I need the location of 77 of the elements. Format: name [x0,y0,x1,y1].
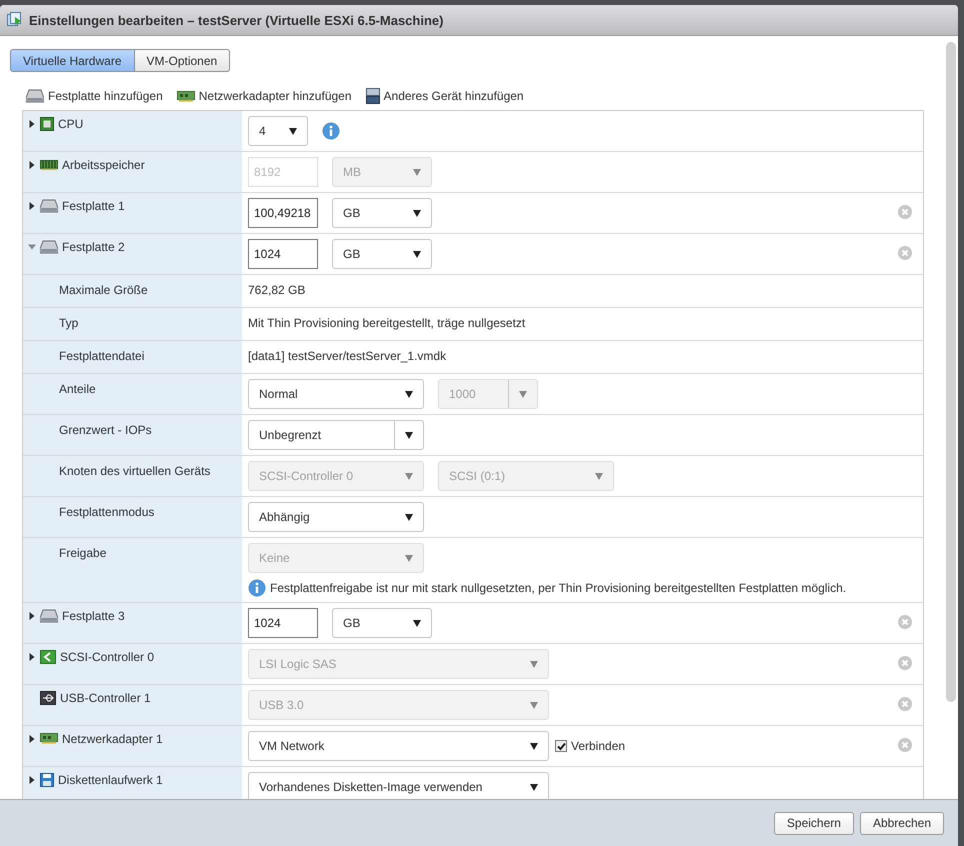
expand-arrow-icon[interactable] [28,776,36,784]
virtual-machine-icon [7,12,23,28]
memory-icon [40,158,58,170]
row-label: SCSI-Controller 0 [60,650,154,665]
caret-icon [413,210,421,216]
caret-icon [530,784,538,790]
caret-icon [413,620,421,626]
dropdown[interactable]: GB [332,239,432,269]
info-note: Festplattenfreigabe ist nur mit stark nullgesetzten, per Thin Provisioning bereitgestellten Festplatten möglich. [270,581,846,595]
caret-icon [405,514,413,520]
row-label: Festplatte 3 [62,609,125,624]
network-card-icon [40,732,58,744]
dialog-button[interactable]: Speichern [774,812,854,834]
row-label: Anteile [59,382,96,397]
row-label: Maximale Größe [59,283,148,298]
dropdown[interactable]: GB [332,198,432,228]
dropdown[interactable]: GB [332,608,432,638]
input-field[interactable]: 1024 [248,239,318,269]
checkbox[interactable] [555,740,567,752]
row-label: Festplattendatei [59,349,144,364]
dropdown[interactable]: 4 [248,116,308,146]
row-label: Netzwerkadapter 1 [62,732,163,747]
dropdown[interactable]: VM Network [248,731,549,761]
value-text: 762,82 GB [248,283,306,298]
caret-icon [413,250,421,258]
expand-arrow-icon[interactable] [28,612,36,620]
checkbox-label: Verbinden [571,739,626,753]
device-icon [366,88,380,104]
row-label: Knoten des virtuellen Geräts [59,464,210,479]
input-field[interactable]: 1024 [248,608,318,638]
caret-icon [405,432,413,438]
add-device-link[interactable]: Festplatte hinzufügen [26,88,163,104]
info-icon [248,579,266,597]
caret-icon [530,742,538,750]
caret-icon [405,472,413,480]
row-label: Grenzwert - IOPs [59,423,152,438]
dropdown[interactable]: Normal [248,379,424,409]
caret-icon [595,472,603,480]
usb-icon [40,691,56,705]
row-label: Festplatte 2 [62,240,125,255]
tab[interactable]: Virtuelle Hardware [10,49,134,72]
row-label: Freigabe [59,546,106,561]
caret-icon [405,554,413,562]
value-text: [data1] testServer/testServer_1.vmdk [248,349,446,364]
row-label: Diskettenlaufwerk 1 [58,773,163,788]
row-label: Typ [59,316,78,331]
row-label: CPU [58,117,84,132]
row-label: USB-Controller 1 [60,691,151,706]
expand-arrow-icon[interactable] [28,735,36,743]
row-label: Festplatte 1 [62,199,125,214]
add-device-link[interactable]: Netzwerkadapter hinzufügen [176,88,352,104]
caret-icon [530,702,538,708]
tab[interactable]: VM-Optionen [134,49,230,72]
row-label: Festplattenmodus [59,505,154,520]
caret-icon [405,390,413,398]
row-label: Arbeitsspeicher [62,158,145,173]
caret-icon [413,168,421,176]
network-card-icon [176,90,195,102]
add-device-link[interactable]: Anderes Gerät hinzufügen [366,88,524,104]
value-text: Mit Thin Provisioning bereitgestellt, träge nullgesetzt [248,316,526,331]
expand-arrow-icon[interactable] [28,202,36,210]
window-title: Einstellungen bearbeiten – testServer (Virtuelle ESXi 6.5-Maschine) [29,12,444,28]
input-field[interactable]: 100,49218 [248,198,318,228]
dropdown[interactable]: Abhängig [248,502,424,532]
dialog-button[interactable]: Abbrechen [860,812,944,834]
chip-icon [40,117,54,131]
expand-arrow-icon[interactable] [28,161,36,169]
dropdown[interactable]: Vorhandenes Disketten-Image verwenden [248,772,549,799]
caret-icon [530,660,538,668]
controller-icon [40,650,56,664]
scrollbar[interactable] [946,42,956,702]
caret-icon [519,390,527,398]
caret-icon [289,128,297,134]
expand-arrow-icon[interactable] [28,653,36,661]
info-icon [322,122,340,140]
dropdown[interactable]: Unbegrenzt [248,420,424,450]
expand-arrow-icon[interactable] [28,120,36,128]
